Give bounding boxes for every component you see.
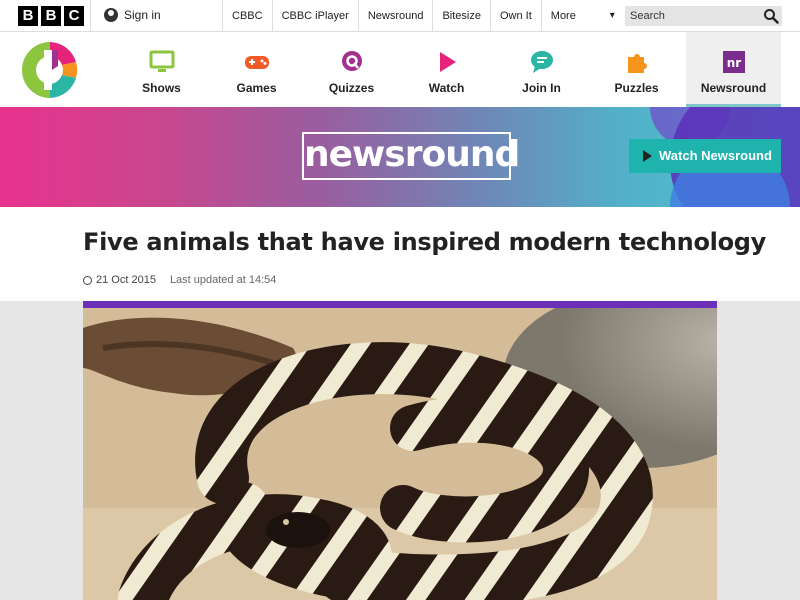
nav-cbbc-iplayer[interactable]: CBBC iPlayer <box>271 0 358 32</box>
chat-icon <box>531 51 553 73</box>
bbc-logo-letter: C <box>64 6 84 26</box>
last-updated: Last updated at 14:54 <box>169 274 277 286</box>
user-icon <box>104 8 118 22</box>
tv-icon <box>149 50 175 72</box>
hero-image-snake <box>83 308 717 600</box>
search-box <box>625 6 782 26</box>
divider <box>90 0 91 32</box>
nav-watch[interactable]: Watch <box>399 32 494 107</box>
nav-label: Games <box>236 81 277 95</box>
sign-in-label: Sign in <box>124 8 161 22</box>
nav-shows[interactable]: Shows <box>114 32 209 107</box>
nav-bitesize[interactable]: Bitesize <box>432 0 490 32</box>
search-icon[interactable] <box>763 8 779 24</box>
cbbc-logo[interactable] <box>18 38 82 102</box>
nav-newsround[interactable]: Newsround <box>357 0 433 32</box>
sign-in-link[interactable]: Sign in <box>104 8 161 22</box>
bbc-logo-letter: B <box>18 6 38 26</box>
article-header: Five animals that have inspired modern t… <box>0 207 800 301</box>
bbc-nav: CBBC CBBC iPlayer Newsround Bitesize Own… <box>222 0 623 32</box>
article-title: Five animals that have inspired modern t… <box>83 228 766 256</box>
nav-quizzes[interactable]: Quizzes <box>304 32 399 107</box>
newsround-logo[interactable]: newsround <box>302 132 520 180</box>
bbc-logo[interactable]: B B C <box>18 6 84 26</box>
newsround-icon: nr <box>723 51 745 73</box>
nav-cbbc[interactable]: CBBC <box>222 0 272 32</box>
cbbc-nav: Shows Games Quizzes Watch Join In Puzzle… <box>0 32 800 107</box>
gamepad-icon <box>245 56 269 69</box>
nav-newsround-active[interactable]: nr Newsround <box>686 32 781 107</box>
article-date: 21 Oct 2015 <box>96 274 156 286</box>
nav-puzzles[interactable]: Puzzles <box>589 32 684 107</box>
nav-join-in[interactable]: Join In <box>494 32 589 107</box>
puzzle-icon <box>628 54 647 73</box>
accent-bar <box>83 301 717 308</box>
clock-icon <box>83 275 92 285</box>
search-input[interactable] <box>625 6 755 26</box>
nav-label: Shows <box>142 81 181 95</box>
article-meta: 21 Oct 2015 Last updated at 14:54 <box>83 274 276 286</box>
quiz-icon <box>342 51 362 71</box>
nav-label: Join In <box>522 81 561 95</box>
bbc-logo-letter: B <box>41 6 61 26</box>
bbc-top-bar: B B C Sign in CBBC CBBC iPlayer Newsroun… <box>0 0 800 32</box>
nav-games[interactable]: Games <box>209 32 304 107</box>
nav-label: Watch <box>428 81 465 95</box>
nav-more[interactable]: More <box>540 0 623 32</box>
nav-own-it[interactable]: Own It <box>489 0 541 32</box>
nav-label: Quizzes <box>328 81 375 95</box>
snake-photo <box>83 308 717 600</box>
watch-newsround-button[interactable]: Watch Newsround <box>629 139 781 173</box>
play-icon <box>440 52 456 72</box>
nav-label: Newsround <box>700 81 767 95</box>
svg-text:nr: nr <box>727 56 742 70</box>
nav-label: Puzzles <box>614 81 659 95</box>
